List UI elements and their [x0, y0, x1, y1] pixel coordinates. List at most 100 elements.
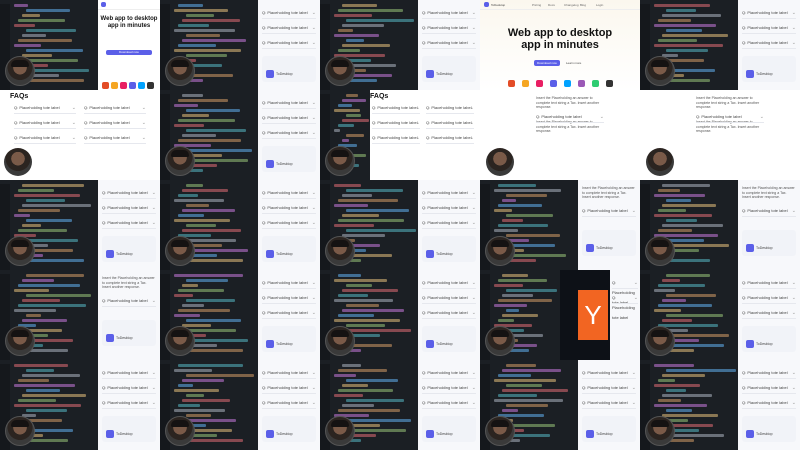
faq-item[interactable]: Q: Placeholding tote label ⌄	[262, 293, 316, 304]
faq-item[interactable]: Q: Placeholding tote label ⌄	[426, 118, 474, 129]
faq-item[interactable]: Q: Placeholding tote label ⌄	[426, 133, 474, 144]
faq-item[interactable]: Q: Placeholding tote label ⌄	[612, 278, 638, 305]
browser-preview[interactable]: FAQs Q: Placeholding tote label ⌄ Q: Placeh…	[0, 90, 160, 180]
faq-item[interactable]: Q: Placeholding tote label ⌄	[372, 133, 420, 144]
faq-item[interactable]: Q: Placeholding tote label ⌄	[262, 398, 316, 409]
faq-item[interactable]: Q: Placeholding tote label ⌄	[84, 118, 146, 129]
browser-preview[interactable]: Q: Placeholding tote label ⌄ Q: Placeholdi…	[98, 180, 160, 270]
faq-item[interactable]: Q: Placeholding tote label ⌄	[262, 218, 316, 229]
nav-link[interactable]: Changelog	[564, 3, 579, 7]
faq-item[interactable]: Q: Placeholding tote label ⌄	[262, 128, 316, 139]
faq-item[interactable]: Q: Placeholding tote label ⌄	[84, 103, 146, 114]
faq-item[interactable]: Q: Placeholding tote label ⌄	[262, 113, 316, 124]
faq-item[interactable]: Q: Placeholding tote label ⌄	[422, 38, 476, 49]
faq-item[interactable]: Q: Placeholding tote label ⌄	[14, 118, 76, 129]
faq-item[interactable]: Q: Placeholding tote label ⌄	[612, 293, 638, 320]
faq-item[interactable]: Q: Placeholding tote label ⌄	[372, 103, 420, 114]
faq-item[interactable]: Q: Placeholding tote label ⌄	[262, 188, 316, 199]
browser-preview[interactable]: Pricing Docs Changelog Blog Login ToDesktop We…	[480, 0, 640, 90]
faq-item[interactable]: Q: Placeholding tote label ⌄	[262, 98, 316, 109]
faq-item[interactable]: Q: Placeholding tote label ⌄	[742, 293, 796, 304]
browser-preview[interactable]: Q: Placeholding tote label ⌄ Q: Placeholdi…	[258, 0, 320, 90]
browser-preview[interactable]: FAQs Q: Placeholding tote label ⌄ Q: Placeh…	[370, 90, 480, 180]
faq-item[interactable]: Q: Placeholding tote label ⌄	[582, 398, 636, 409]
faq-item[interactable]: Q: Placeholding tote label ⌄	[422, 203, 476, 214]
nav-link[interactable]: Docs	[548, 3, 555, 7]
browser-preview[interactable]: Q: Placeholding tote label ⌄ Q: Placeholdi…	[738, 0, 800, 90]
faq-item[interactable]: Q: Placeholding tote label ⌄	[742, 8, 796, 19]
browser-preview[interactable]: Insert the Placeholding an answer to com…	[98, 270, 160, 360]
browser-preview[interactable]: Q: Placeholding tote label ⌄ Q: Placeholdi…	[258, 180, 320, 270]
browser-preview[interactable]: Q: Placeholding tote label ⌄ Q: Placeholdi…	[418, 0, 480, 90]
code-editor[interactable]	[160, 270, 258, 360]
code-editor[interactable]	[640, 270, 738, 360]
code-editor[interactable]	[640, 180, 738, 270]
browser-preview[interactable]: Insert the Placeholding an answer to com…	[738, 180, 800, 270]
faq-item[interactable]: Q: Placeholding tote label ⌄	[102, 296, 156, 307]
faq-item[interactable]: Q: Placeholding tote label ⌄	[742, 23, 796, 34]
browser-preview[interactable]: Q: Placeholding tote label ⌄ Q: Placeholdi…	[418, 270, 480, 360]
code-editor[interactable]	[160, 180, 258, 270]
faq-item[interactable]: Q: Placeholding tote label ⌄	[742, 383, 796, 394]
faq-item[interactable]: Q: Placeholding tote label ⌄	[262, 8, 316, 19]
code-editor[interactable]	[0, 180, 98, 270]
faq-item[interactable]: Q: Placeholding tote label ⌄	[422, 278, 476, 289]
browser-preview[interactable]: Insert the Placeholding an answer to com…	[640, 90, 800, 180]
faq-item[interactable]: Q: Placeholding tote label ⌄	[742, 368, 796, 379]
browser-preview[interactable]: Q: Placeholding tote label ⌄ Q: Placeholdi…	[610, 270, 640, 360]
download-button[interactable]: Download now	[106, 50, 152, 55]
code-editor[interactable]	[0, 0, 98, 90]
faq-item[interactable]: Q: Placeholding tote label ⌄	[696, 112, 764, 123]
browser-preview[interactable]: Q: Placeholding tote label ⌄ Q: Placeholdi…	[738, 360, 800, 450]
faq-item[interactable]: Q: Placeholding tote label ⌄	[262, 308, 316, 319]
faq-item[interactable]: Q: Placeholding tote label ⌄	[14, 103, 76, 114]
faq-item[interactable]: Q: Placeholding tote label ⌄	[742, 206, 796, 217]
code-editor[interactable]	[640, 360, 738, 450]
faq-item[interactable]: Q: Placeholding tote label ⌄	[422, 188, 476, 199]
faq-item[interactable]: Q: Placeholding tote label ⌄	[262, 203, 316, 214]
faq-item[interactable]: Q: Placeholding tote label ⌄	[102, 398, 156, 409]
code-editor[interactable]	[320, 90, 370, 180]
faq-item[interactable]: Q: Placeholding tote label ⌄	[582, 206, 636, 217]
code-editor[interactable]	[320, 360, 418, 450]
code-editor[interactable]	[320, 0, 418, 90]
code-editor[interactable]	[0, 270, 98, 360]
faq-item[interactable]: Q: Placeholding tote label ⌄	[422, 218, 476, 229]
browser-preview[interactable]: Q: Placeholding tote label ⌄ Q: Placeholdi…	[258, 90, 320, 180]
faq-item[interactable]: Q: Placeholding tote label ⌄	[422, 368, 476, 379]
faq-item[interactable]: Q: Placeholding tote label ⌄	[536, 112, 604, 123]
code-editor[interactable]	[320, 180, 418, 270]
code-editor[interactable]	[160, 360, 258, 450]
faq-item[interactable]: Q: Placeholding tote label ⌄	[372, 118, 420, 129]
faq-item[interactable]: Q: Placeholding tote label ⌄	[582, 383, 636, 394]
faq-item[interactable]: Q: Placeholding tote label ⌄	[422, 398, 476, 409]
faq-item[interactable]: Q: Placeholding tote label ⌄	[422, 293, 476, 304]
faq-item[interactable]: Q: Placeholding tote label ⌄	[102, 188, 156, 199]
code-editor[interactable]	[320, 270, 418, 360]
faq-item[interactable]: Q: Placeholding tote label ⌄	[262, 38, 316, 49]
faq-item[interactable]: Q: Placeholding tote label ⌄	[262, 23, 316, 34]
browser-preview[interactable]: Q: Placeholding tote label ⌄ Q: Placeholdi…	[418, 180, 480, 270]
code-editor[interactable]	[480, 180, 578, 270]
browser-preview[interactable]: Q: Placeholding tote label ⌄ Q: Placeholdi…	[258, 360, 320, 450]
code-editor[interactable]	[640, 0, 738, 90]
code-editor[interactable]	[480, 270, 560, 360]
browser-preview[interactable]: Q: Placeholding tote label ⌄ Q: Placeholdi…	[258, 270, 320, 360]
faq-item[interactable]: Q: Placeholding tote label ⌄	[262, 368, 316, 379]
code-editor[interactable]	[0, 360, 98, 450]
faq-item[interactable]: Q: Placeholding tote label ⌄	[422, 308, 476, 319]
download-button[interactable]: Download now	[534, 60, 560, 66]
nav-link[interactable]: Login	[596, 3, 603, 7]
browser-preview[interactable]: Insert the Placeholding an answer to com…	[578, 180, 640, 270]
faq-item[interactable]: Q: Placeholding tote label ⌄	[422, 383, 476, 394]
faq-item[interactable]: Q: Placeholding tote label ⌄	[422, 8, 476, 19]
browser-preview[interactable]: Q: Placeholding tote label ⌄ Q: Placeholdi…	[418, 360, 480, 450]
browser-preview[interactable]: Q: Placeholding tote label ⌄ Q: Placeholdi…	[578, 360, 640, 450]
brand-logo-icon[interactable]	[484, 2, 489, 7]
faq-item[interactable]: Q: Placeholding tote label ⌄	[422, 23, 476, 34]
browser-preview[interactable]: Web app to desktop app in minutes Download…	[98, 0, 160, 90]
browser-preview[interactable]: Q: Placeholding tote label ⌄ Q: Placeholdi…	[738, 270, 800, 360]
learn-more-link[interactable]: Learn more	[566, 61, 581, 65]
code-editor[interactable]	[160, 90, 258, 180]
faq-item[interactable]: Q: Placeholding tote label ⌄	[742, 398, 796, 409]
